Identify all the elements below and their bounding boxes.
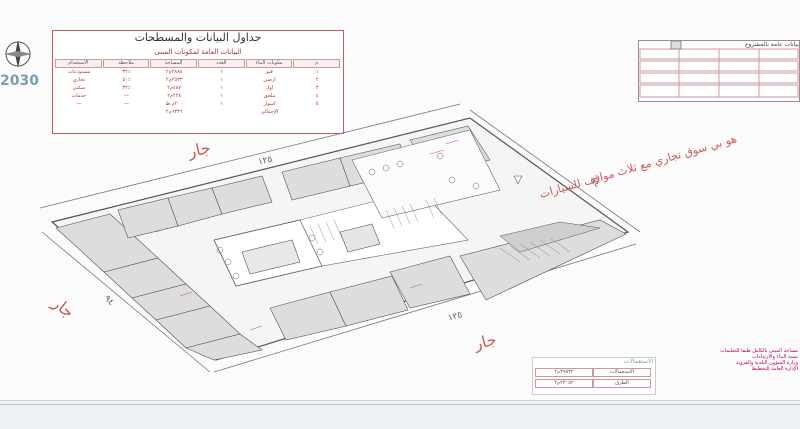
note-line: الإدارة العامة للتخطيط xyxy=(751,366,798,372)
legend-cell: الطرق xyxy=(593,379,651,388)
legend-title: الاستعمالات xyxy=(623,358,653,365)
legend-row: ٢٣٠٥٢م٢ الطرق xyxy=(535,379,651,388)
notes-block: مساحة المبنى بالكامل طبقا للتعليمات نسبة… xyxy=(648,348,798,398)
legend-table: الاستعمالات ٣٩٥٣٢م٢ الاستعمالات ٢٣٠٥٢م٢ … xyxy=(532,357,656,395)
legend-row: ٣٩٥٣٢م٢ الاستعمالات xyxy=(535,368,651,377)
toolbar-divider xyxy=(0,404,800,405)
legend-cell: ٣٩٥٣٢م٢ xyxy=(535,368,593,377)
legend-cell: ٢٣٠٥٢م٢ xyxy=(535,379,593,388)
drawing-canvas: 2030 جداول البيانات والمسطحات البيانات ا… xyxy=(0,0,800,400)
legend-cell: الاستعمالات xyxy=(593,368,651,377)
site-plan xyxy=(39,103,641,373)
